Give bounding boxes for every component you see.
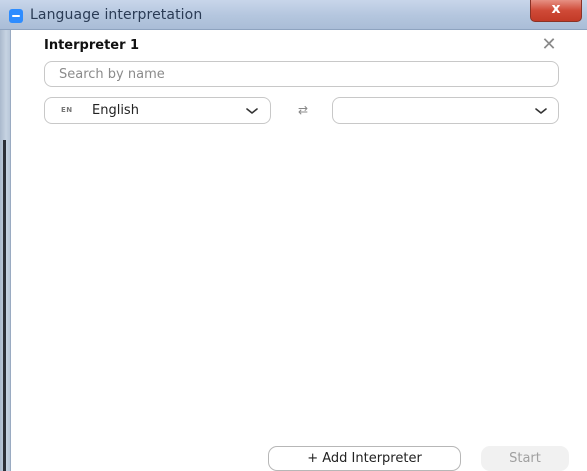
close-icon[interactable]: ✕ [540, 36, 558, 54]
add-interpreter-button[interactable]: + Add Interpreter [268, 446, 461, 471]
from-language-select[interactable]: EN English [44, 97, 271, 124]
window-close-button[interactable]: x [530, 0, 582, 22]
zoom-app-icon [9, 9, 23, 23]
from-language-label: English [92, 103, 139, 118]
search-input[interactable] [44, 61, 559, 87]
window-frame-left [0, 30, 11, 471]
language-code-badge: EN [61, 106, 73, 114]
chevron-down-icon [246, 108, 258, 114]
swap-arrows-icon[interactable]: ⇄ [296, 102, 310, 118]
title-bar[interactable]: Language interpretation x [0, 0, 587, 30]
to-language-select[interactable] [332, 97, 559, 124]
interpreter-heading: Interpreter 1 [44, 38, 140, 53]
language-interpretation-window: Language interpretation x Interpreter 1 … [0, 0, 587, 471]
chevron-down-icon [535, 108, 547, 114]
window-title: Language interpretation [30, 7, 203, 23]
start-button[interactable]: Start [481, 446, 569, 471]
